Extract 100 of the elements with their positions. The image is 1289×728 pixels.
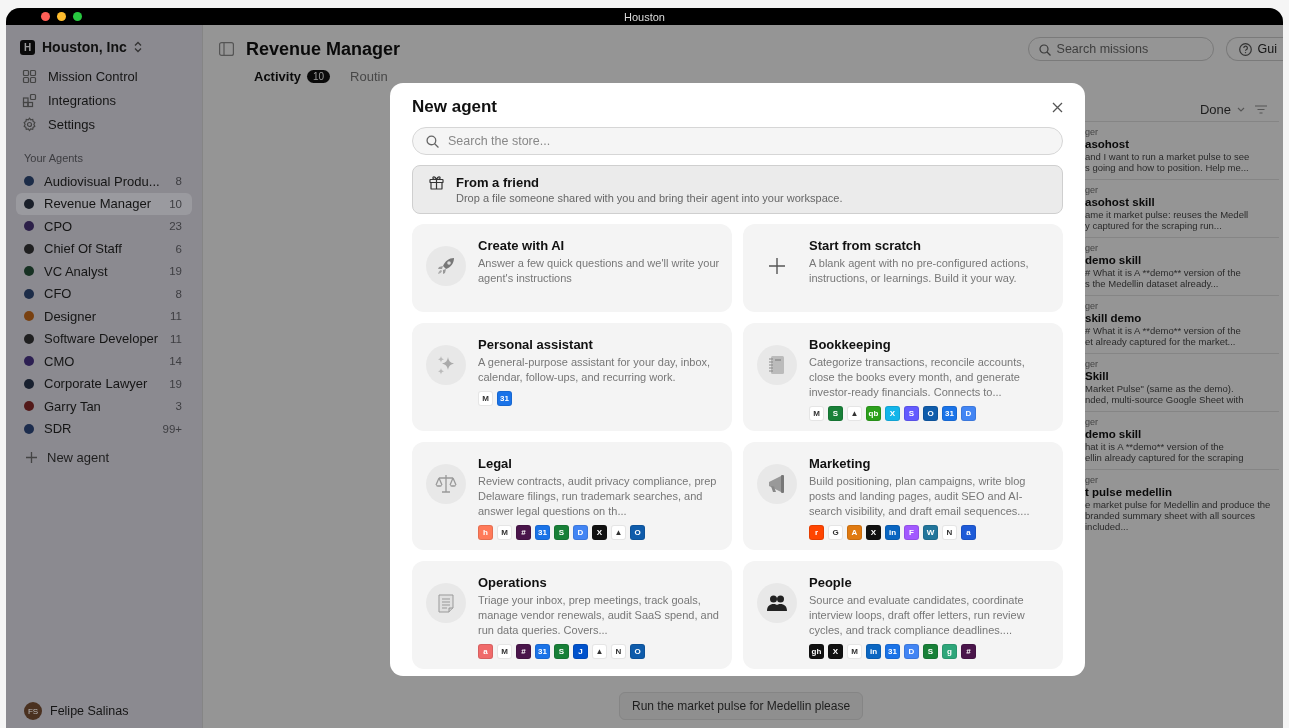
- integration-logo: D: [904, 644, 919, 659]
- integration-logo: #: [516, 525, 531, 540]
- agent-item[interactable]: VC Analyst 19: [16, 260, 192, 283]
- close-icon[interactable]: [1052, 101, 1063, 113]
- integration-logo: 31: [535, 644, 550, 659]
- item-preview: s going and how to position. Help me...: [1085, 162, 1250, 173]
- item-preview: y captured for the scraping run...: [1085, 220, 1223, 231]
- agent-template-card[interactable]: People Source and evaluate candidates, coordinate interview loops, draft offer letters, run review cycles, and track compliance deadlines.... gh X M in 31 D S g #: [743, 561, 1063, 669]
- integration-logo: S: [828, 406, 843, 421]
- card-title: Marketing: [809, 456, 872, 471]
- agent-name: Revenue Manager: [44, 196, 152, 212]
- agent-name: CFO: [44, 286, 73, 302]
- agent-name: Chief Of Staff: [44, 241, 123, 257]
- agent-template-card[interactable]: Marketing Build positioning, plan campaigns, write blog posts and landing pages, audit SEO and AI-search visibility, and draft email sequences.... r G A X in F W N a: [743, 442, 1063, 550]
- card-description: Categorize transactions, reconcile accounts, close the books every month, and generate investor-ready financials. Connects to...: [809, 355, 1026, 400]
- card-title: Create with AI: [478, 238, 566, 253]
- filter-icon[interactable]: [1255, 105, 1267, 114]
- card-title: Bookkeeping: [809, 337, 892, 352]
- agent-item[interactable]: CFO 8: [16, 282, 192, 305]
- integration-logo: O: [630, 525, 645, 540]
- plus-icon: [769, 258, 785, 274]
- search-field[interactable]: Search missions: [1027, 37, 1214, 61]
- from-friend-option[interactable]: From a friend Drop a file someone shared with you and bring their agent into your workspace.: [412, 165, 1063, 214]
- store-search-field[interactable]: Search the store...: [412, 127, 1063, 155]
- agent-item[interactable]: CPO 23: [16, 215, 192, 238]
- integration-logo: M: [478, 391, 493, 406]
- integration-logo: W: [923, 525, 938, 540]
- nav-item[interactable]: Mission Control: [16, 67, 192, 86]
- agent-name: VC Analyst: [44, 263, 109, 279]
- agent-template-card[interactable]: Personal assistant A general-purpose assistant for your day, inbox, calendar, follow-ups, and recurring work. M 31: [412, 323, 732, 431]
- agent-item[interactable]: CMO 14: [16, 350, 192, 373]
- card-description: A blank agent with no pre-configured actions, instructions, or learnings. Build it your way.: [809, 256, 1030, 286]
- agent-item[interactable]: Software Developer 11: [16, 327, 192, 350]
- sidebar-toggle-icon[interactable]: [219, 42, 234, 56]
- status-filter-dropdown[interactable]: Done: [1199, 102, 1245, 117]
- agent-item[interactable]: Audiovisual Produ... 8: [16, 170, 192, 193]
- agent-template-card[interactable]: Create with AI Answer a few quick questions and we'll write your agent's instructions: [412, 224, 732, 312]
- search-icon: [426, 135, 439, 148]
- window-title: Houston: [624, 10, 665, 23]
- close-window-icon[interactable]: [41, 12, 50, 21]
- agent-label: ger: [1085, 475, 1099, 485]
- agent-template-card[interactable]: Start from scratch A blank agent with no pre-configured actions, instructions, or learnings. Build it your way.: [743, 224, 1063, 312]
- integration-logo: ▲: [592, 644, 607, 659]
- item-preview: e market pulse for Medellin and produce the: [1085, 499, 1272, 510]
- agent-name: SDR: [44, 421, 73, 437]
- card-description: Source and evaluate candidates, coordinate interview loops, draft offer letters, run review cycles, and track compliance deadlines....: [809, 593, 1026, 638]
- integration-logo: 31: [885, 644, 900, 659]
- agent-template-card[interactable]: Legal Review contracts, audit privacy compliance, prep Delaware filings, run trademark searches, and answer legal questions on th... h M # 31 S D X ▲ O: [412, 442, 732, 550]
- card-description: Review contracts, audit privacy compliance, prep Delaware filings, run trademark searches, and answer legal questions on th...: [478, 474, 718, 519]
- integration-logo: O: [630, 644, 645, 659]
- item-title: Skill: [1085, 370, 1110, 382]
- workspace-switcher[interactable]: H Houston, Inc: [16, 39, 192, 55]
- integration-logo: 31: [535, 525, 550, 540]
- agent-item[interactable]: Designer 11: [16, 305, 192, 328]
- grid-icon: [22, 69, 37, 84]
- integration-logo: M: [497, 644, 512, 659]
- agent-item[interactable]: Chief Of Staff 6: [16, 237, 192, 260]
- settings-icon: [22, 117, 37, 132]
- agent-count: 14: [169, 355, 182, 368]
- integration-logo: N: [942, 525, 957, 540]
- agent-name: CPO: [44, 218, 74, 234]
- agent-template-card[interactable]: Bookkeeping Categorize transactions, reconcile accounts, close the books every month, and generate investor-ready financials. Connects to... M S ▲ qb X S O 31 D: [743, 323, 1063, 431]
- integration-logo: J: [573, 644, 588, 659]
- agent-label: ger: [1085, 243, 1099, 253]
- item-title: demo skill: [1085, 254, 1143, 266]
- integration-logo: F: [904, 525, 919, 540]
- agent-label: ger: [1085, 185, 1099, 195]
- integration-logo: A: [847, 525, 862, 540]
- card-description: Build positioning, plan campaigns, write blog posts and landing pages, audit SEO and AI-search visibility, and draft email sequences....: [809, 474, 1031, 519]
- new-agent-link[interactable]: New agent: [16, 440, 192, 475]
- item-preview: nded, multi-source Google Sheet with: [1085, 394, 1245, 405]
- agent-item[interactable]: Garry Tan 3: [16, 395, 192, 418]
- item-preview: # What it is A **demo** version of the: [1085, 267, 1242, 278]
- integration-logo: h: [478, 525, 493, 540]
- integration-logo: G: [828, 525, 843, 540]
- help-icon: [1238, 42, 1252, 56]
- option-description: Drop a file someone shared with you and bring their agent into your workspace.: [456, 192, 843, 204]
- agent-name: Software Developer: [44, 331, 160, 347]
- integration-logo: D: [961, 406, 976, 421]
- zoom-window-icon[interactable]: [73, 12, 82, 21]
- user-avatar[interactable]: FS: [24, 702, 42, 720]
- agent-label: ger: [1085, 359, 1099, 369]
- agent-item[interactable]: SDR 99+: [16, 417, 192, 440]
- nav-item[interactable]: Settings: [16, 115, 192, 134]
- integration-logo: in: [866, 644, 881, 659]
- agent-count: 3: [175, 400, 182, 413]
- item-title: skill demo: [1085, 312, 1143, 324]
- agent-item[interactable]: Revenue Manager 10: [16, 192, 192, 215]
- agent-count: 11: [170, 310, 182, 323]
- user-name: Felipe Salinas: [50, 704, 129, 718]
- item-preview: ellin already captured for the scraping: [1085, 452, 1245, 463]
- minimize-window-icon[interactable]: [57, 12, 66, 21]
- agent-template-card[interactable]: Operations Triage your inbox, prep meetings, track goals, manage vendor renewals, audit SaaS spend, and run data queries. Covers... a M # 31 S J ▲ N O: [412, 561, 732, 669]
- nav-item[interactable]: Integrations: [16, 91, 192, 110]
- workspace-logo: H: [20, 39, 35, 55]
- agent-label: ger: [1085, 301, 1099, 311]
- integration-logo: #: [961, 644, 976, 659]
- agent-item[interactable]: Corporate Lawyer 19: [16, 372, 192, 395]
- scales-icon: [426, 464, 466, 504]
- tab[interactable]: Activity 10: [254, 69, 331, 84]
